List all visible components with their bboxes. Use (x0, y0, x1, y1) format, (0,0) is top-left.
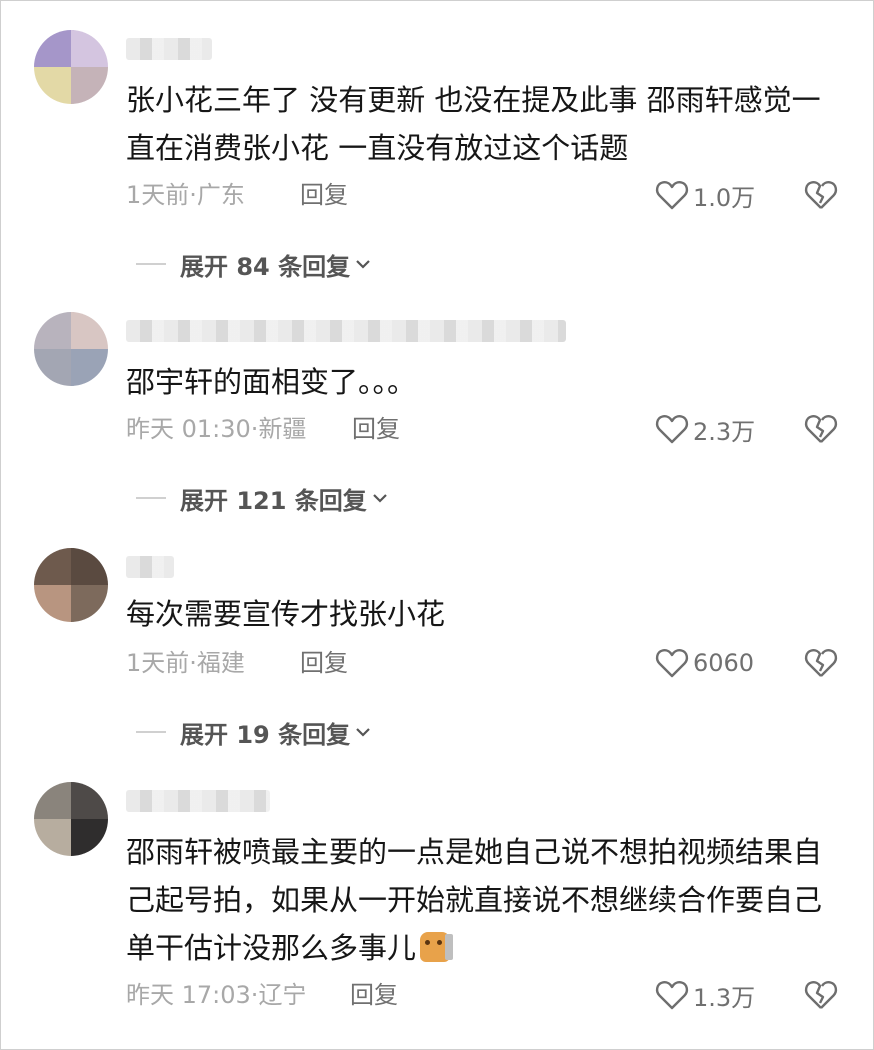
divider-line (136, 497, 166, 499)
meta-separator: · (189, 181, 197, 209)
chevron-down-icon (373, 494, 387, 503)
meta-separator: · (189, 649, 197, 677)
heart-outline-icon (655, 981, 689, 1010)
username-blurred[interactable] (126, 320, 566, 342)
expand-replies-button[interactable]: 展开 19 条回复 (136, 714, 372, 750)
expand-replies-label: 展开 121 条回复 (180, 486, 367, 515)
broken-heart-icon[interactable] (804, 412, 838, 446)
comment-meta: 1天前·福建 (126, 646, 245, 680)
username-blurred[interactable] (126, 556, 174, 578)
like-button[interactable]: 1.3万 (655, 978, 755, 1012)
expand-replies-label: 展开 84 条回复 (180, 252, 351, 281)
reply-button[interactable]: 回复 (300, 178, 348, 212)
comment-meta: 昨天 01:30·新疆 (126, 412, 306, 446)
heart-outline-icon (655, 181, 689, 210)
comment-meta: 昨天 17:03·辽宁 (126, 978, 306, 1012)
expand-replies-label: 展开 19 条回复 (180, 720, 351, 749)
heart-outline-icon (655, 649, 689, 678)
user-avatar[interactable] (34, 548, 108, 622)
user-avatar[interactable] (34, 782, 108, 856)
comment-text: 张小花三年了 没有更新 也没在提及此事 邵雨轩感觉一直在消费张小花 一直没有放过… (126, 83, 821, 165)
chevron-down-icon (356, 728, 370, 737)
cat-peeking-emoji (420, 932, 454, 962)
comment-time: 1天前 (126, 649, 190, 677)
username-blurred[interactable] (126, 38, 212, 60)
like-button[interactable]: 6060 (655, 646, 754, 680)
chevron-down-icon (356, 260, 370, 269)
comment-location: 福建 (196, 649, 245, 677)
broken-heart-icon[interactable] (804, 646, 838, 680)
like-button[interactable]: 1.0万 (655, 178, 755, 212)
like-count: 6060 (693, 649, 755, 677)
heart-outline-icon (655, 415, 689, 444)
reply-button[interactable]: 回复 (352, 412, 400, 446)
comment-time: 1天前 (126, 181, 190, 209)
reply-button[interactable]: 回复 (300, 646, 348, 680)
like-count: 2.3万 (693, 417, 756, 446)
broken-heart-icon[interactable] (804, 978, 838, 1012)
comment-location: 新疆 (258, 415, 307, 443)
divider-line (136, 731, 166, 733)
expand-replies-button[interactable]: 展开 84 条回复 (136, 246, 372, 282)
divider-line (136, 263, 166, 265)
broken-heart-icon[interactable] (804, 178, 838, 212)
comment-meta: 1天前·广东 (126, 178, 245, 212)
like-count: 1.3万 (693, 983, 756, 1012)
reply-button[interactable]: 回复 (350, 978, 398, 1012)
comment-text: 邵雨轩被喷最主要的一点是她自己说不想拍视频结果自己起号拍，如果从一开始就直接说不… (126, 828, 838, 972)
like-button[interactable]: 2.3万 (655, 412, 755, 446)
comment-time: 昨天 01:30 (126, 415, 251, 443)
user-avatar[interactable] (34, 312, 108, 386)
user-avatar[interactable] (34, 30, 108, 104)
comment-location: 辽宁 (258, 981, 307, 1009)
comment-time: 昨天 17:03 (126, 981, 251, 1009)
comment-location: 广东 (196, 181, 245, 209)
like-count: 1.0万 (693, 183, 756, 212)
comment-text: 每次需要宣传才找张小花 (126, 597, 446, 631)
expand-replies-button[interactable]: 展开 121 条回复 (136, 480, 389, 516)
username-blurred[interactable] (126, 790, 270, 812)
comment-body: 邵雨轩被喷最主要的一点是她自己说不想拍视频结果自己起号拍，如果从一开始就直接说不… (126, 835, 823, 965)
comment-text: 邵宇轩的面相变了。。。 (126, 365, 417, 399)
